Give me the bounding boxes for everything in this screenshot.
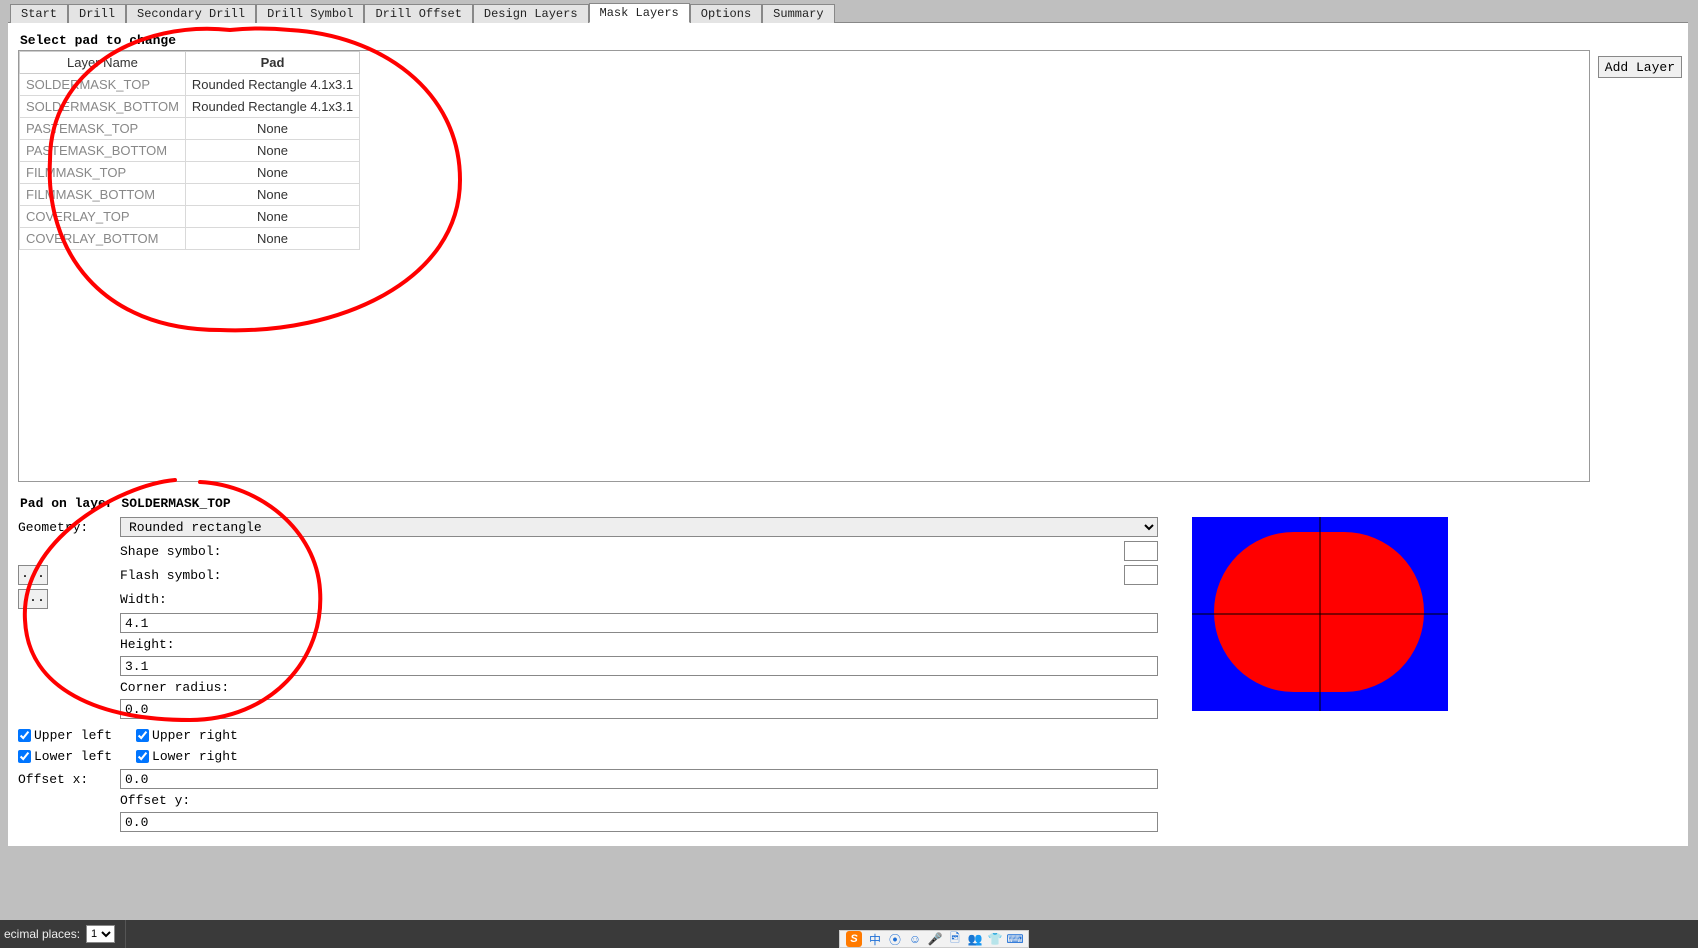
lower-left-text: Lower left bbox=[34, 749, 112, 764]
ime-login-icon[interactable]: 👥 bbox=[968, 932, 982, 946]
tab-strip: Start Drill Secondary Drill Drill Symbol… bbox=[0, 0, 1698, 22]
width-label: Width: bbox=[120, 592, 1120, 607]
cell-layer[interactable]: SOLDERMASK_TOP bbox=[20, 74, 186, 96]
table-row[interactable]: FILMMASK_TOP None bbox=[20, 162, 360, 184]
corner-radius-label: Corner radius: bbox=[120, 680, 1120, 695]
table-row[interactable]: FILMMASK_BOTTOM None bbox=[20, 184, 360, 206]
cell-pad[interactable]: None bbox=[185, 184, 359, 206]
flash-symbol-browse-button[interactable]: ... bbox=[18, 589, 48, 609]
crosshair-vertical bbox=[1320, 517, 1321, 711]
ime-skin-icon[interactable]: 👕 bbox=[988, 932, 1002, 946]
tab-summary[interactable]: Summary bbox=[762, 4, 834, 23]
decimal-places-label: ecimal places: bbox=[4, 927, 80, 941]
height-label: Height: bbox=[120, 637, 1120, 652]
tab-secondary-drill[interactable]: Secondary Drill bbox=[126, 4, 256, 23]
pad-preview bbox=[1192, 517, 1448, 711]
section-title-select-pad: Select pad to change bbox=[20, 33, 1682, 48]
tab-mask-layers[interactable]: Mask Layers bbox=[589, 3, 690, 23]
col-header-pad[interactable]: Pad bbox=[185, 52, 359, 74]
main-panel: Select pad to change Layer Name Pad SOLD… bbox=[8, 22, 1688, 846]
lower-left-checkbox-label[interactable]: Lower left bbox=[18, 749, 112, 764]
decimal-places-select[interactable]: 1 bbox=[86, 925, 115, 943]
col-header-layer[interactable]: Layer Name bbox=[20, 52, 186, 74]
lower-right-text: Lower right bbox=[152, 749, 238, 764]
height-input[interactable] bbox=[120, 656, 1158, 676]
tab-design-layers[interactable]: Design Layers bbox=[473, 4, 589, 23]
pad-form: Geometry: Rounded rectangle Shape symbol… bbox=[18, 517, 1158, 836]
table-row[interactable]: COVERLAY_TOP None bbox=[20, 206, 360, 228]
flash-symbol-input[interactable] bbox=[1124, 565, 1158, 585]
offset-x-input[interactable] bbox=[120, 769, 1158, 789]
tab-drill-symbol[interactable]: Drill Symbol bbox=[256, 4, 364, 23]
pad-table: Layer Name Pad SOLDERMASK_TOP Rounded Re… bbox=[19, 51, 360, 250]
upper-left-checkbox[interactable] bbox=[18, 729, 31, 742]
cell-layer[interactable]: FILMMASK_BOTTOM bbox=[20, 184, 186, 206]
cell-layer[interactable]: FILMMASK_TOP bbox=[20, 162, 186, 184]
shape-symbol-label: Shape symbol: bbox=[120, 544, 1120, 559]
lower-right-checkbox-label[interactable]: Lower right bbox=[136, 749, 238, 764]
ime-emoji-icon[interactable]: ☺ bbox=[908, 932, 922, 946]
geometry-select[interactable]: Rounded rectangle bbox=[120, 517, 1158, 537]
ime-softkbd-icon[interactable]: ⌨ bbox=[1008, 932, 1022, 946]
flash-symbol-label: Flash symbol: bbox=[120, 568, 1120, 583]
table-row[interactable]: PASTEMASK_BOTTOM None bbox=[20, 140, 360, 162]
upper-right-text: Upper right bbox=[152, 728, 238, 743]
ime-punct-icon[interactable]: ⦿ bbox=[888, 932, 902, 946]
geometry-label: Geometry: bbox=[18, 520, 116, 535]
shape-symbol-browse-button[interactable]: ... bbox=[18, 565, 48, 585]
cell-layer[interactable]: COVERLAY_BOTTOM bbox=[20, 228, 186, 250]
cell-pad[interactable]: Rounded Rectangle 4.1x3.1 bbox=[185, 74, 359, 96]
offset-x-label: Offset x: bbox=[18, 772, 116, 787]
tab-options[interactable]: Options bbox=[690, 4, 762, 23]
cell-pad[interactable]: None bbox=[185, 162, 359, 184]
lower-left-checkbox[interactable] bbox=[18, 750, 31, 763]
cell-pad[interactable]: None bbox=[185, 140, 359, 162]
upper-right-checkbox-label[interactable]: Upper right bbox=[136, 728, 238, 743]
cell-pad[interactable]: None bbox=[185, 118, 359, 140]
shape-symbol-input[interactable] bbox=[1124, 541, 1158, 561]
upper-right-checkbox[interactable] bbox=[136, 729, 149, 742]
table-row[interactable]: SOLDERMASK_TOP Rounded Rectangle 4.1x3.1 bbox=[20, 74, 360, 96]
form-title-prefix: Pad on layer bbox=[20, 496, 121, 511]
corner-radius-input[interactable] bbox=[120, 699, 1158, 719]
cell-layer[interactable]: SOLDERMASK_BOTTOM bbox=[20, 96, 186, 118]
offset-y-label: Offset y: bbox=[120, 793, 1120, 808]
ime-voice-icon[interactable]: 🎤 bbox=[928, 932, 942, 946]
form-title-layer: SOLDERMASK_TOP bbox=[121, 496, 230, 511]
ime-mode-icon[interactable]: 中 bbox=[868, 932, 882, 946]
tab-start[interactable]: Start bbox=[10, 4, 68, 23]
sogou-icon[interactable]: S bbox=[846, 931, 862, 947]
cell-layer[interactable]: PASTEMASK_TOP bbox=[20, 118, 186, 140]
width-input[interactable] bbox=[120, 613, 1158, 633]
offset-y-input[interactable] bbox=[120, 812, 1158, 832]
upper-left-text: Upper left bbox=[34, 728, 112, 743]
ime-screenshot-icon[interactable]: 🖻 bbox=[948, 932, 962, 946]
upper-left-checkbox-label[interactable]: Upper left bbox=[18, 728, 112, 743]
statusbar-divider bbox=[125, 920, 126, 948]
cell-layer[interactable]: PASTEMASK_BOTTOM bbox=[20, 140, 186, 162]
add-layer-button[interactable]: Add Layer bbox=[1598, 56, 1682, 78]
section-title-pad-on-layer: Pad on layer SOLDERMASK_TOP bbox=[20, 496, 1682, 511]
cell-pad[interactable]: None bbox=[185, 228, 359, 250]
tab-drill[interactable]: Drill bbox=[68, 4, 126, 23]
pad-table-container: Layer Name Pad SOLDERMASK_TOP Rounded Re… bbox=[18, 50, 1590, 482]
cell-pad[interactable]: None bbox=[185, 206, 359, 228]
ime-tray[interactable]: S 中 ⦿ ☺ 🎤 🖻 👥 👕 ⌨ bbox=[839, 930, 1029, 948]
cell-layer[interactable]: COVERLAY_TOP bbox=[20, 206, 186, 228]
cell-pad[interactable]: Rounded Rectangle 4.1x3.1 bbox=[185, 96, 359, 118]
table-row[interactable]: PASTEMASK_TOP None bbox=[20, 118, 360, 140]
tab-drill-offset[interactable]: Drill Offset bbox=[364, 4, 472, 23]
table-row[interactable]: SOLDERMASK_BOTTOM Rounded Rectangle 4.1x… bbox=[20, 96, 360, 118]
table-row[interactable]: COVERLAY_BOTTOM None bbox=[20, 228, 360, 250]
lower-right-checkbox[interactable] bbox=[136, 750, 149, 763]
